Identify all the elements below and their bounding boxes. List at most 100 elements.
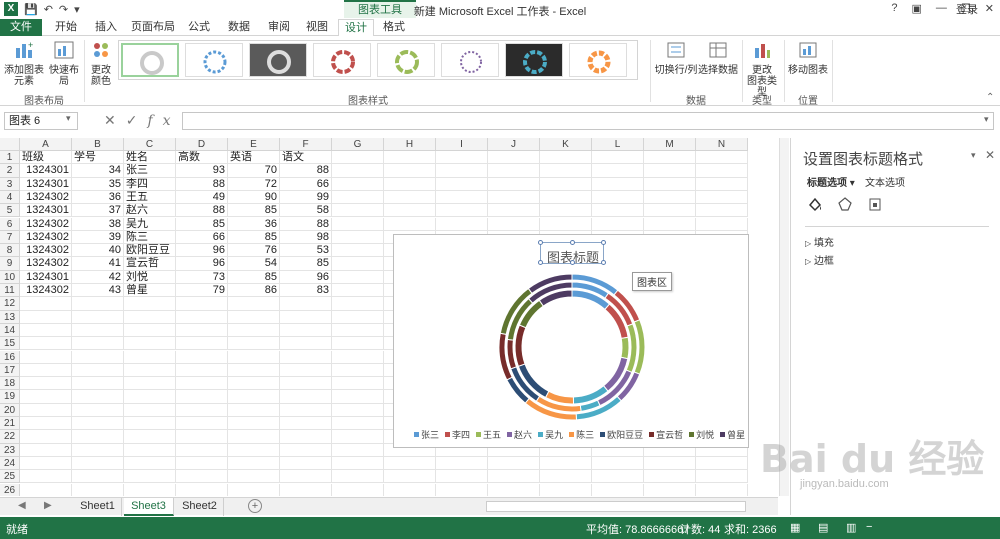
row-header[interactable]: 20 [0,403,20,417]
grid-cell[interactable] [124,390,176,404]
grid-cell[interactable] [228,483,280,496]
grid-cell[interactable] [228,390,280,404]
row-header[interactable]: 14 [0,323,20,338]
row-header[interactable]: 16 [0,350,20,364]
doughnut-chart[interactable] [484,269,660,425]
grid-cell[interactable] [228,363,280,378]
grid-cell[interactable]: 88 [176,204,228,218]
grid-cell[interactable] [384,204,436,218]
grid-cell[interactable]: 86 [228,284,280,298]
pane-options-icon[interactable]: ▾ [971,150,976,161]
grid-cell[interactable] [20,337,72,351]
grid-cell[interactable] [124,297,176,311]
grid-cell[interactable] [644,217,696,231]
row-header[interactable]: 24 [0,456,20,471]
grid-cell[interactable]: 班级 [20,151,72,165]
chart-area[interactable]: 图表标题 图表区 张三 李四 王五 赵六 吴九 陈三 欧阳豆豆 宣云哲 刘悦 曾星 [393,234,749,448]
grid-cell[interactable] [72,390,124,404]
effects-icon[interactable] [837,196,853,212]
grid-cell[interactable]: 58 [280,204,332,218]
grid-cell[interactable]: 1324301 [20,164,72,178]
tab-title-options[interactable]: 标题选项 ▾ [807,174,855,189]
grid-cell[interactable]: 85 [280,257,332,271]
tab-3[interactable]: 页面布局 [130,19,176,36]
grid-cell[interactable] [384,217,436,231]
legend-entry[interactable]: 曾星 [720,428,745,441]
grid-cell[interactable] [332,417,384,431]
row-header[interactable]: 23 [0,443,20,457]
grid-cell[interactable] [332,217,384,231]
grid-cell[interactable] [176,363,228,378]
row-header[interactable]: 1 [0,151,20,165]
grid-cell[interactable] [20,363,72,378]
grid-cell[interactable] [124,430,176,444]
doughnut-slice[interactable] [514,324,527,367]
chart-title-box[interactable]: 图表标题 [538,240,606,265]
grid-cell[interactable] [592,204,644,218]
grid-cell[interactable] [124,483,176,496]
grid-cell[interactable] [384,190,436,205]
fill-section[interactable]: ▷ 填充 [805,234,834,249]
resize-handle[interactable] [570,240,575,245]
grid-cell[interactable] [72,483,124,496]
row-header[interactable]: 4 [0,190,20,205]
row-header[interactable]: 11 [0,284,20,298]
row-header[interactable]: 5 [0,204,20,218]
grid-cell[interactable]: 1324302 [20,284,72,298]
grid-cell[interactable] [72,417,124,431]
prev-sheet-icon[interactable]: ◀ [18,500,26,511]
grid-cell[interactable] [124,403,176,417]
grid-cell[interactable] [696,217,748,231]
column-header[interactable]: A [20,138,72,151]
tab-7[interactable]: 视图 [300,19,334,36]
grid-cell[interactable] [436,177,488,191]
grid-cell[interactable] [332,350,384,364]
grid-cell[interactable] [488,177,540,191]
chart-style-6[interactable] [441,43,499,77]
grid-cell[interactable]: 1324301 [20,204,72,218]
grid-cell[interactable] [72,403,124,417]
grid-cell[interactable] [280,403,332,417]
grid-cell[interactable]: 36 [228,217,280,231]
grid-cell[interactable] [644,177,696,191]
grid-cell[interactable]: 1324301 [20,177,72,191]
zoom-out-icon[interactable]: − [866,521,872,533]
grid-cell[interactable]: 43 [72,284,124,298]
grid-cell[interactable] [436,483,488,496]
grid-cell[interactable] [696,151,748,165]
grid-cell[interactable]: 王五 [124,190,176,205]
grid-cell[interactable]: 88 [280,217,332,231]
grid-cell[interactable]: 1324302 [20,257,72,271]
column-header[interactable]: K [540,138,592,151]
sheet-tab-sheet1[interactable]: Sheet1 [74,498,122,516]
grid-cell[interactable] [644,190,696,205]
change-colors-button[interactable]: 更改 颜色 [88,40,114,87]
ribbon-display-icon[interactable]: ▣ [912,2,922,15]
grid-cell[interactable] [20,430,72,444]
chart-style-4[interactable] [313,43,371,77]
grid-cell[interactable] [488,456,540,471]
grid-cell[interactable] [332,456,384,471]
grid-cell[interactable] [644,151,696,165]
grid-cell[interactable] [72,337,124,351]
grid-cell[interactable] [124,323,176,338]
grid-cell[interactable] [176,377,228,391]
grid-cell[interactable] [332,257,384,271]
grid-cell[interactable] [332,310,384,324]
grid-cell[interactable] [176,456,228,471]
page-break-icon[interactable]: ▥ [846,521,856,534]
grid-cell[interactable] [228,456,280,471]
chart-style-3[interactable] [249,43,307,77]
grid-cell[interactable] [228,297,280,311]
sheet-tab-sheet3[interactable]: Sheet3 [124,498,174,516]
column-header[interactable]: B [72,138,124,151]
grid-cell[interactable] [488,470,540,484]
grid-cell[interactable] [20,403,72,417]
grid-cell[interactable]: 66 [176,230,228,245]
grid-cell[interactable] [540,217,592,231]
grid-cell[interactable] [592,456,644,471]
grid-cell[interactable] [280,310,332,324]
grid-cell[interactable] [696,470,748,484]
grid-cell[interactable]: 语文 [280,151,332,165]
grid-cell[interactable] [72,363,124,378]
